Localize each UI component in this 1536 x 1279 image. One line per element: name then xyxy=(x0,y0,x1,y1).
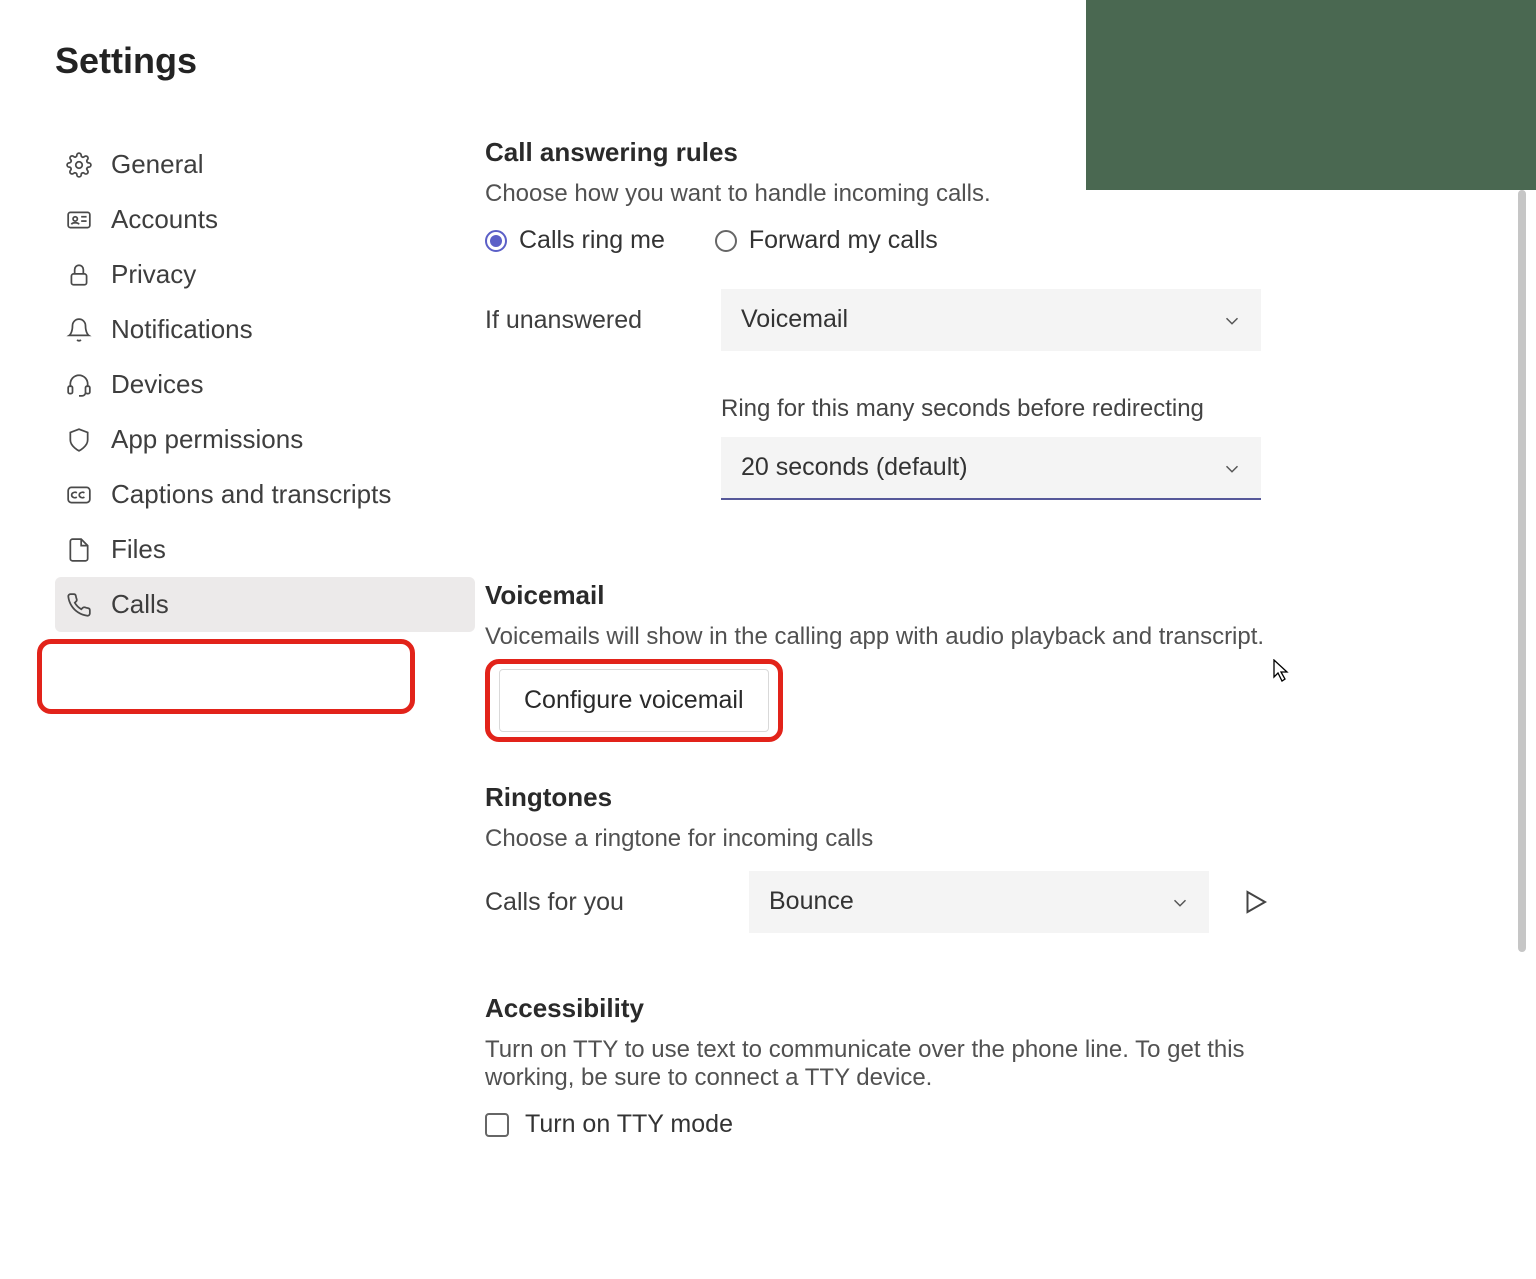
masked-region xyxy=(1086,0,1536,190)
calls-for-you-dropdown[interactable]: Bounce xyxy=(749,871,1209,933)
sidebar-item-label: Files xyxy=(111,534,166,565)
gear-icon xyxy=(65,151,93,179)
checkbox-unchecked-icon xyxy=(485,1113,509,1137)
dropdown-value: Voicemail xyxy=(741,305,848,334)
accessibility-title: Accessibility xyxy=(485,993,1273,1024)
checkbox-label: Turn on TTY mode xyxy=(525,1110,733,1139)
if-unanswered-label: If unanswered xyxy=(485,306,721,335)
radio-unselected-icon xyxy=(715,230,737,252)
sidebar-item-label: Accounts xyxy=(111,204,218,235)
sidebar-item-calls[interactable]: Calls xyxy=(55,577,475,632)
sidebar-item-label: General xyxy=(111,149,204,180)
radio-label: Calls ring me xyxy=(519,226,665,255)
chevron-down-icon xyxy=(1169,892,1189,912)
id-card-icon xyxy=(65,206,93,234)
ringtones-desc: Choose a ringtone for incoming calls xyxy=(485,825,1273,853)
calls-for-you-label: Calls for you xyxy=(485,888,721,917)
sidebar-item-devices[interactable]: Devices xyxy=(55,357,475,412)
ring-duration-dropdown[interactable]: 20 seconds (default) xyxy=(721,437,1261,500)
radio-calls-ring-me[interactable]: Calls ring me xyxy=(485,226,665,255)
sidebar-item-accounts[interactable]: Accounts xyxy=(55,192,475,247)
sidebar-item-label: Captions and transcripts xyxy=(111,479,391,510)
tty-mode-checkbox[interactable]: Turn on TTY mode xyxy=(485,1110,1273,1139)
ring-duration-help: Ring for this many seconds before redire… xyxy=(721,395,1273,423)
sidebar-item-files[interactable]: Files xyxy=(55,522,475,577)
radio-forward-calls[interactable]: Forward my calls xyxy=(715,226,938,255)
dropdown-value: 20 seconds (default) xyxy=(741,453,968,482)
sidebar-item-app-permissions[interactable]: App permissions xyxy=(55,412,475,467)
accessibility-desc: Turn on TTY to use text to communicate o… xyxy=(485,1036,1245,1092)
chevron-down-icon xyxy=(1221,458,1241,478)
voicemail-section: Voicemail Voicemails will show in the ca… xyxy=(485,580,1273,732)
sidebar-item-label: Calls xyxy=(111,589,169,620)
sidebar-item-notifications[interactable]: Notifications xyxy=(55,302,475,357)
radio-label: Forward my calls xyxy=(749,226,938,255)
ringtones-title: Ringtones xyxy=(485,782,1273,813)
sidebar-item-label: App permissions xyxy=(111,424,303,455)
configure-voicemail-button[interactable]: Configure voicemail xyxy=(499,669,769,732)
headset-icon xyxy=(65,371,93,399)
voicemail-desc: Voicemails will show in the calling app … xyxy=(485,623,1273,651)
settings-sidebar: General Accounts Privacy Notifications xyxy=(55,137,475,1199)
call-answering-section: Call answering rules Choose how you want… xyxy=(485,137,1273,500)
sidebar-item-label: Notifications xyxy=(111,314,253,345)
play-ringtone-button[interactable] xyxy=(1237,884,1273,920)
shield-icon xyxy=(65,426,93,454)
accessibility-section: Accessibility Turn on TTY to use text to… xyxy=(485,993,1273,1139)
chevron-down-icon xyxy=(1221,310,1241,330)
sidebar-item-label: Privacy xyxy=(111,259,196,290)
radio-selected-icon xyxy=(485,230,507,252)
sidebar-item-label: Devices xyxy=(111,369,203,400)
scrollbar-thumb[interactable] xyxy=(1518,190,1526,952)
voicemail-title: Voicemail xyxy=(485,580,1273,611)
scrollbar-track[interactable] xyxy=(1516,190,1526,1279)
if-unanswered-dropdown[interactable]: Voicemail xyxy=(721,289,1261,351)
ringtones-section: Ringtones Choose a ringtone for incoming… xyxy=(485,782,1273,933)
dropdown-value: Bounce xyxy=(769,887,854,916)
sidebar-item-captions[interactable]: Captions and transcripts xyxy=(55,467,475,522)
settings-content: Call answering rules Choose how you want… xyxy=(475,137,1533,1199)
bell-icon xyxy=(65,316,93,344)
sidebar-item-privacy[interactable]: Privacy xyxy=(55,247,475,302)
phone-icon xyxy=(65,591,93,619)
sidebar-item-general[interactable]: General xyxy=(55,137,475,192)
file-icon xyxy=(65,536,93,564)
cc-icon xyxy=(65,481,93,509)
lock-icon xyxy=(65,261,93,289)
